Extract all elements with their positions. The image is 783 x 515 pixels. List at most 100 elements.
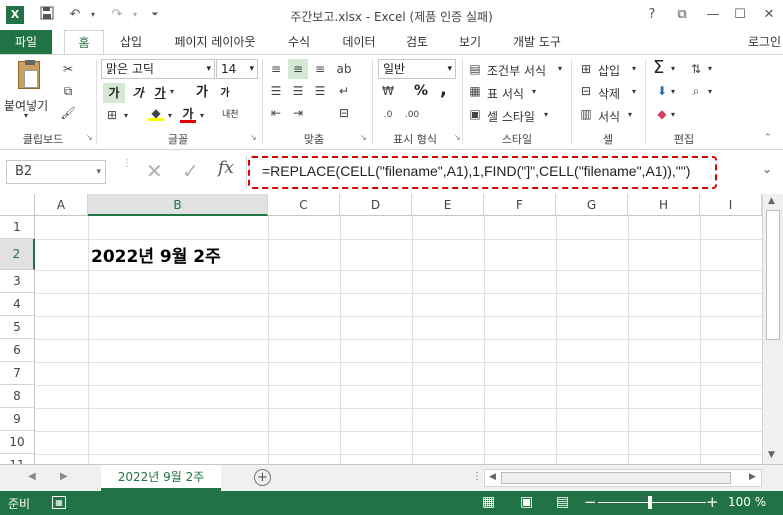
row-header[interactable]: 10: [0, 431, 35, 454]
shrink-font-button[interactable]: 가: [215, 85, 235, 103]
dialog-launcher-icon[interactable]: ↘: [360, 133, 367, 142]
collapse-ribbon-icon[interactable]: ⌃: [764, 133, 772, 143]
enter-icon[interactable]: ✓: [182, 159, 199, 183]
macro-record-icon[interactable]: ▦: [52, 496, 66, 509]
merge-center-icon[interactable]: ⊟: [336, 105, 352, 121]
font-name-select[interactable]: 맑은 고딕 ▾: [101, 59, 215, 79]
chevron-down-icon[interactable]: ▾: [708, 64, 712, 73]
cell-b2[interactable]: 2022년 9월 2주: [91, 242, 221, 267]
column-header[interactable]: I: [700, 194, 762, 216]
formula-input[interactable]: =REPLACE(CELL("filename",A1),1,FIND("]",…: [262, 163, 690, 179]
bold-button[interactable]: 가: [103, 83, 125, 103]
vertical-scrollbar[interactable]: ▲ ▼: [762, 194, 783, 464]
worksheet-grid[interactable]: A B C D E F G H I 1 2 3 4 5 6 7 8 9 10 1…: [0, 194, 783, 464]
chevron-down-icon[interactable]: ▾: [558, 64, 562, 73]
row-header[interactable]: 9: [0, 408, 35, 431]
zoom-slider-thumb[interactable]: [648, 496, 652, 509]
tab-file[interactable]: 파일: [0, 30, 52, 54]
align-right-icon[interactable]: ☰: [312, 83, 328, 99]
format-painter-icon[interactable]: 🖌: [60, 105, 76, 121]
chevron-down-icon[interactable]: ▾: [708, 87, 712, 96]
delete-cells-icon[interactable]: ⊟: [578, 83, 594, 99]
dialog-launcher-icon[interactable]: ↘: [86, 133, 93, 142]
dialog-launcher-icon[interactable]: ↘: [454, 133, 461, 142]
tab-view[interactable]: 보기: [450, 30, 490, 54]
signin-link[interactable]: 로그인: [742, 30, 783, 54]
column-header[interactable]: F: [484, 194, 556, 216]
copy-icon[interactable]: ⧉: [60, 83, 76, 99]
name-box[interactable]: B2 ▾: [6, 160, 106, 184]
scroll-up-icon[interactable]: ▲: [768, 196, 775, 206]
tab-review[interactable]: 검토: [397, 30, 437, 54]
formula-bar-grip-icon[interactable]: ⋮: [122, 159, 132, 184]
table-format-button[interactable]: 표 서식: [487, 85, 524, 102]
row-header[interactable]: 3: [0, 270, 35, 293]
cell-styles-icon[interactable]: ▣: [467, 106, 483, 122]
paste-dropdown-icon[interactable]: ▾: [24, 111, 28, 120]
scroll-thumb[interactable]: [766, 210, 780, 340]
border-icon[interactable]: ⊞: [104, 107, 120, 123]
align-middle-icon[interactable]: ≡: [288, 59, 308, 79]
orientation-icon[interactable]: ab: [336, 61, 352, 77]
scroll-right-icon[interactable]: ▶: [749, 472, 756, 482]
column-header[interactable]: G: [556, 194, 628, 216]
tab-home[interactable]: 홈: [64, 30, 104, 55]
tab-data[interactable]: 데이터: [333, 30, 385, 54]
zoom-slider[interactable]: [598, 502, 706, 503]
fill-icon[interactable]: ⬇: [654, 83, 670, 99]
number-format-select[interactable]: 일반 ▾: [378, 59, 456, 79]
cancel-icon[interactable]: ✕: [146, 159, 163, 183]
cell-styles-button[interactable]: 셀 스타일: [487, 108, 535, 125]
increase-indent-icon[interactable]: ⇥: [290, 105, 306, 121]
clear-icon[interactable]: ◆: [654, 106, 670, 122]
italic-button[interactable]: 가: [128, 83, 148, 103]
align-left-icon[interactable]: ☰: [268, 83, 284, 99]
comma-button[interactable]: ,: [440, 79, 447, 100]
select-all-corner[interactable]: [0, 194, 35, 216]
fill-color-icon[interactable]: ◆: [148, 105, 164, 121]
sort-filter-icon[interactable]: ⇅: [688, 61, 704, 77]
help-button[interactable]: ?: [641, 5, 663, 25]
grow-font-button[interactable]: 가: [192, 83, 212, 103]
column-header[interactable]: E: [412, 194, 484, 216]
increase-decimal-icon[interactable]: .0: [380, 107, 396, 123]
chevron-down-icon[interactable]: ▾: [632, 87, 636, 96]
underline-button[interactable]: 가: [150, 83, 170, 103]
column-header[interactable]: B: [88, 194, 268, 216]
zoom-out-icon[interactable]: −: [584, 493, 597, 511]
expand-formula-bar-icon[interactable]: ⌄: [762, 162, 772, 176]
zoom-in-icon[interactable]: +: [706, 493, 719, 511]
format-cells-button[interactable]: 서식: [598, 108, 620, 125]
normal-view-icon[interactable]: ▦: [482, 494, 495, 510]
page-break-view-icon[interactable]: ▤: [556, 494, 569, 510]
ribbon-display-button[interactable]: ⧉: [671, 5, 693, 25]
maximize-button[interactable]: ☐: [729, 5, 751, 25]
align-center-icon[interactable]: ☰: [290, 83, 306, 99]
row-header[interactable]: 8: [0, 385, 35, 408]
new-sheet-icon[interactable]: +: [254, 469, 271, 486]
chevron-down-icon[interactable]: ▾: [632, 64, 636, 73]
chevron-down-icon[interactable]: ▾: [532, 87, 536, 96]
tab-developer[interactable]: 개발 도구: [503, 30, 571, 54]
row-header[interactable]: 2: [0, 239, 35, 270]
chevron-down-icon[interactable]: ▾: [168, 111, 172, 120]
chevron-down-icon[interactable]: ▾: [544, 110, 548, 119]
autosum-icon[interactable]: Σ: [653, 57, 664, 78]
chevron-down-icon[interactable]: ▾: [628, 110, 632, 119]
delete-cells-button[interactable]: 삭제: [598, 85, 620, 102]
page-layout-view-icon[interactable]: ▣: [520, 494, 533, 510]
insert-cells-icon[interactable]: ⊞: [578, 61, 594, 77]
column-header[interactable]: H: [628, 194, 700, 216]
row-header[interactable]: 11: [0, 454, 35, 464]
sheet-tab[interactable]: 2022년 9월 2주: [101, 465, 221, 491]
insert-cells-button[interactable]: 삽입: [598, 62, 620, 79]
scroll-left-icon[interactable]: ◀: [489, 472, 496, 482]
chevron-down-icon[interactable]: ▾: [671, 64, 675, 73]
chevron-down-icon[interactable]: ▾: [671, 87, 675, 96]
column-header[interactable]: D: [340, 194, 412, 216]
conditional-format-button[interactable]: 조건부 서식: [487, 62, 546, 79]
scroll-sheets-left-icon[interactable]: ◀: [28, 471, 36, 482]
cut-icon[interactable]: ✂: [60, 61, 76, 77]
font-size-select[interactable]: 14 ▾: [216, 59, 258, 79]
column-header[interactable]: A: [35, 194, 88, 216]
